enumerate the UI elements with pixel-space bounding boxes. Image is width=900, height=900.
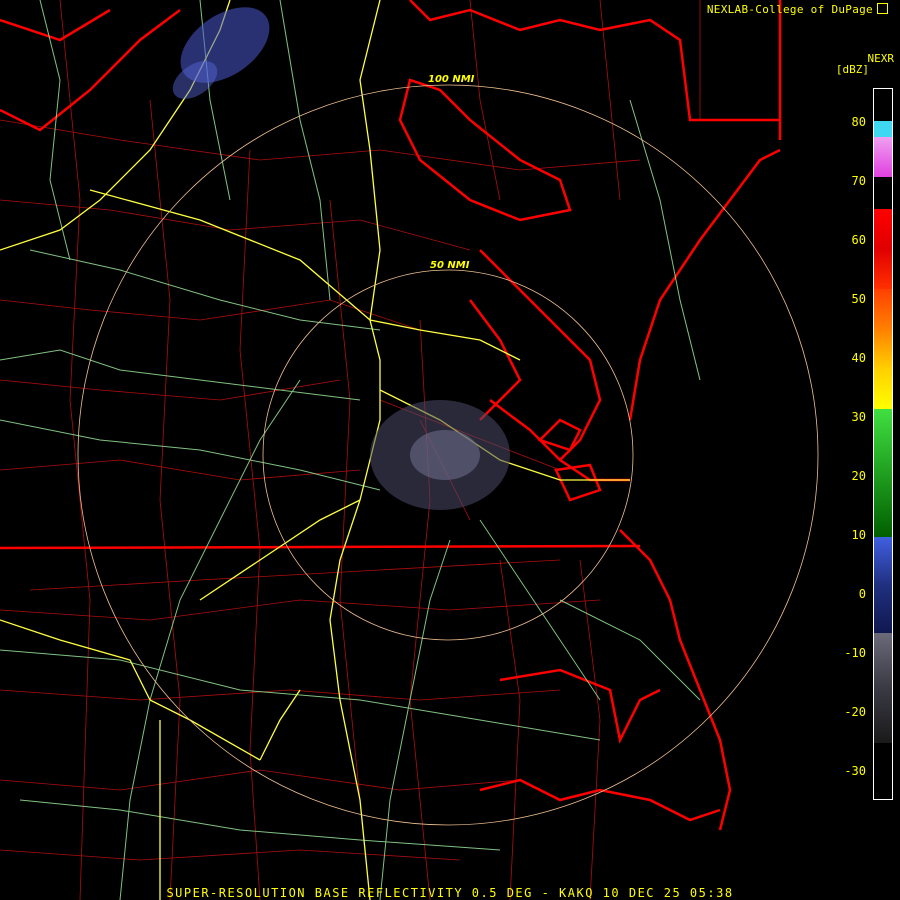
product-caption: SUPER-RESOLUTION BASE REFLECTIVITY 0.5 D… xyxy=(166,886,734,900)
color-scale-bar xyxy=(873,88,893,800)
legend-tick: 30 xyxy=(851,410,866,424)
legend-tick: 80 xyxy=(851,115,866,129)
credit-label[interactable]: NEXLAB-College of DuPage xyxy=(707,3,888,16)
legend-tick: 50 xyxy=(851,292,866,306)
legend-tick: 70 xyxy=(851,174,866,188)
secondary-roads xyxy=(0,0,701,900)
radar-map[interactable]: 50 NMI 100 NMI xyxy=(0,0,900,900)
legend-tick: 40 xyxy=(851,351,866,365)
legend-product: NEXR xyxy=(867,52,895,65)
credit-text: NEXLAB-College of DuPage xyxy=(706,3,873,16)
highways xyxy=(0,0,630,900)
ring-label-50: 50 NMI xyxy=(430,260,470,271)
legend-tick: -20 xyxy=(844,705,866,719)
legend-tick: 20 xyxy=(851,469,866,483)
legend-tick: 60 xyxy=(851,233,866,247)
ring-label-100: 100 NMI xyxy=(428,74,475,85)
legend-tick: -10 xyxy=(844,646,866,660)
legend-tick: -30 xyxy=(844,764,866,778)
legend-tick: 0 xyxy=(858,587,866,601)
county-lines xyxy=(0,0,701,900)
legend-tick: 10 xyxy=(851,528,866,542)
external-link-icon xyxy=(877,3,888,14)
legend-unit: [dBZ] xyxy=(835,63,869,76)
